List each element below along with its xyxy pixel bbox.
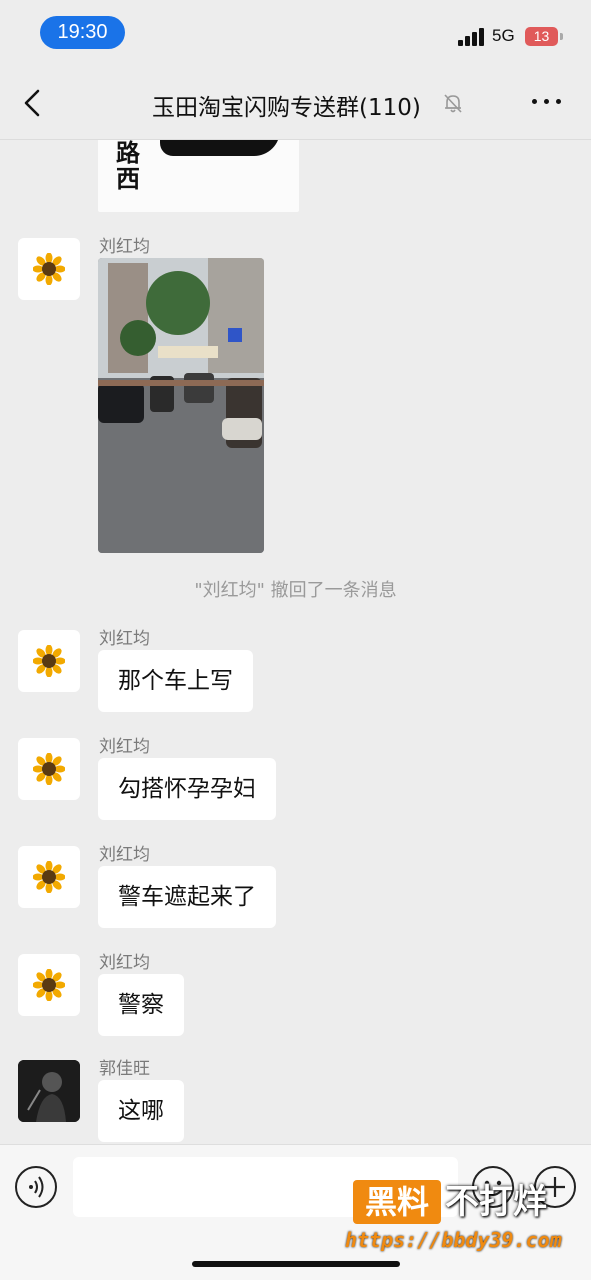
chat-messages[interactable]: 路西 刘红均 "刘红均" 撤回了一条消息 刘红均 那个车上写 刘红均 勾搭怀孕孕… — [0, 140, 591, 1144]
chat-title: 玉田淘宝闪购专送群(110) — [152, 95, 421, 121]
sender-name: 刘红均 — [99, 845, 150, 865]
sunflower-avatar[interactable] — [18, 846, 80, 908]
sunflower-avatar[interactable] — [18, 738, 80, 800]
sender-name: 刘红均 — [99, 237, 150, 257]
watermark-box: 黑料 — [353, 1180, 441, 1224]
previous-image-message[interactable]: 路西 — [98, 140, 299, 212]
message-bubble[interactable]: 勾搭怀孕孕妇 — [98, 758, 276, 820]
sunflower-avatar[interactable] — [18, 954, 80, 1016]
watermark-text: 不打烊 — [445, 1182, 547, 1222]
sunflower-avatar[interactable] — [18, 630, 80, 692]
home-indicator — [192, 1261, 400, 1267]
message-bubble[interactable]: 警察 — [98, 974, 184, 1036]
sender-name: 刘红均 — [99, 953, 150, 973]
status-time: 19:30 — [40, 16, 125, 49]
mute-bell-icon — [442, 92, 464, 114]
nav-bar: 玉田淘宝闪购专送群(110) — [0, 66, 591, 140]
sender-name: 刘红均 — [99, 629, 150, 649]
voice-input-icon[interactable] — [15, 1166, 57, 1208]
more-options-icon[interactable] — [532, 96, 562, 108]
signal-icon — [458, 28, 486, 46]
dark-photo-avatar[interactable] — [18, 1060, 80, 1122]
message-bubble[interactable]: 这哪 — [98, 1080, 184, 1142]
status-bar: 19:30 5G 13 — [0, 0, 591, 66]
network-type: 5G — [492, 26, 515, 45]
image-scribble — [160, 140, 280, 156]
battery-tip — [560, 33, 563, 40]
sender-name: 郭佳旺 — [99, 1059, 150, 1079]
watermark-url: https://bbdy39.com — [345, 1228, 562, 1252]
street-photo-message[interactable] — [98, 258, 264, 553]
sender-name: 刘红均 — [99, 737, 150, 757]
message-bubble[interactable]: 那个车上写 — [98, 650, 253, 712]
watermark: 黑料 不打烊 https://bbdy39.com — [345, 1180, 575, 1260]
battery-icon: 13 — [525, 27, 558, 46]
previous-image-text: 路西 — [116, 140, 140, 193]
message-bubble[interactable]: 警车遮起来了 — [98, 866, 276, 928]
back-icon[interactable] — [18, 88, 48, 118]
recall-notice: "刘红均" 撤回了一条消息 — [194, 580, 397, 601]
sunflower-avatar[interactable] — [18, 238, 80, 300]
